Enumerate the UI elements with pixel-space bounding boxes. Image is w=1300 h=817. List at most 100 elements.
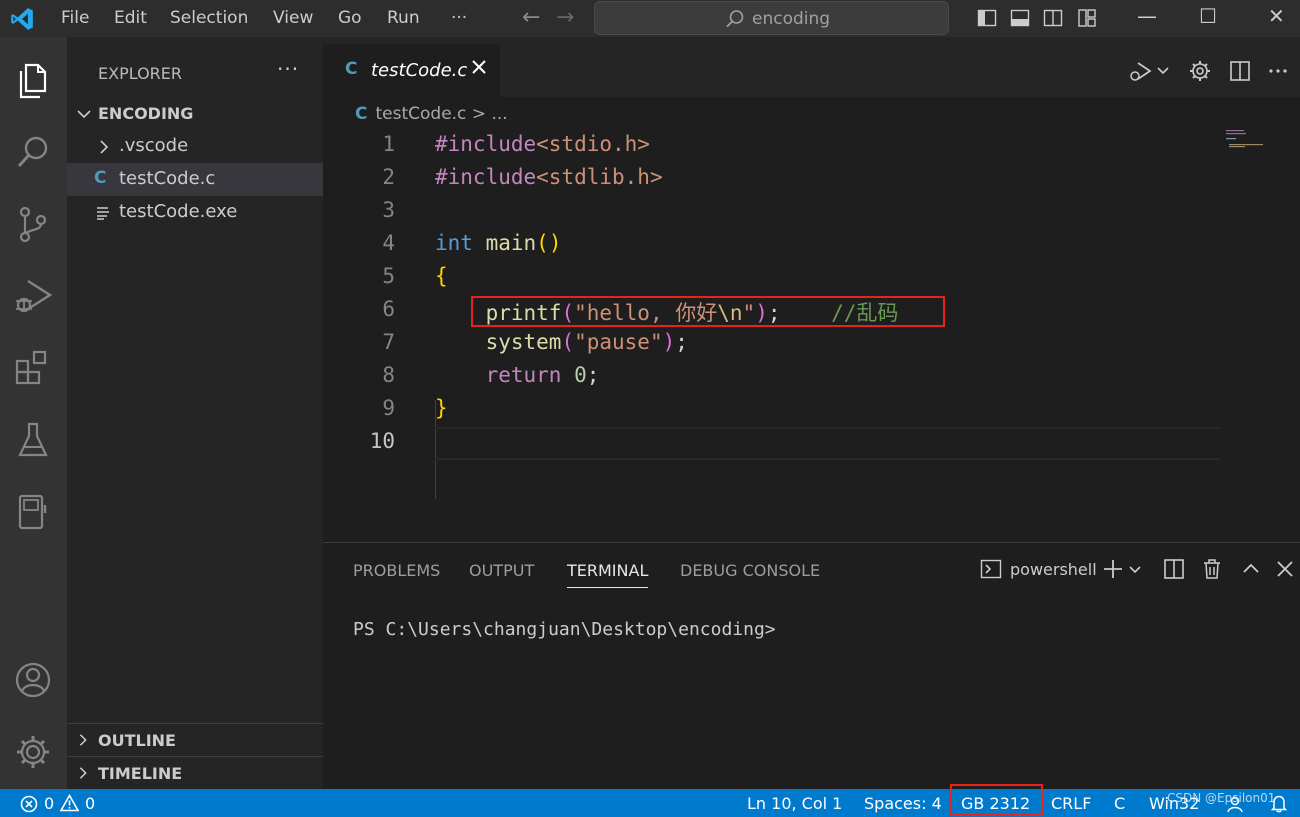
- close-window-button[interactable]: ✕: [1268, 4, 1285, 28]
- menu-run[interactable]: Run: [387, 8, 420, 28]
- tree-item-testcode-c[interactable]: C testCode.c: [67, 163, 323, 196]
- close-panel-icon[interactable]: [1274, 558, 1296, 580]
- warning-triangle-icon[interactable]: [60, 794, 79, 812]
- code-token: //乱码: [831, 301, 899, 325]
- root-folder-label: ENCODING: [98, 104, 194, 123]
- line-number: 10: [369, 429, 395, 453]
- explorer-sidebar: EXPLORER ··· ENCODING .vscode C testCode…: [67, 37, 323, 789]
- menu-more[interactable]: ···: [451, 8, 467, 28]
- split-terminal-icon[interactable]: [1163, 558, 1185, 580]
- warning-count[interactable]: 0: [85, 794, 95, 813]
- code-line[interactable]: 4 int main(): [323, 229, 1223, 262]
- indentation-setting[interactable]: Spaces: 4: [864, 794, 942, 813]
- terminal-powershell-icon[interactable]: [980, 558, 1002, 580]
- menu-edit[interactable]: Edit: [114, 8, 147, 28]
- code-token: #include: [435, 132, 537, 156]
- extensions-icon[interactable]: [12, 347, 54, 389]
- menu-go[interactable]: Go: [338, 8, 362, 28]
- command-center-search[interactable]: encoding: [594, 1, 949, 35]
- line-source: printf("hello, 你好\n"); //乱码: [435, 297, 899, 327]
- explorer-icon[interactable]: [12, 59, 54, 101]
- accounts-icon[interactable]: [12, 659, 54, 701]
- minimize-button[interactable]: —: [1137, 4, 1157, 28]
- folder-root-encoding[interactable]: ENCODING: [67, 97, 323, 130]
- close-tab-icon[interactable]: [470, 58, 488, 76]
- search-icon: [726, 10, 744, 28]
- line-number: 7: [382, 330, 395, 354]
- chevron-down-icon[interactable]: [1128, 558, 1142, 580]
- vscode-logo-icon[interactable]: [9, 6, 35, 32]
- new-terminal-plus-icon[interactable]: [1102, 558, 1124, 580]
- code-line[interactable]: 1 #include<stdio.h>: [323, 130, 1223, 163]
- tab-problems[interactable]: PROBLEMS: [353, 561, 440, 580]
- settings-gear-icon[interactable]: [1189, 60, 1211, 82]
- testing-flask-icon[interactable]: [12, 419, 54, 461]
- manage-gear-icon[interactable]: [12, 731, 54, 773]
- line-number: 1: [382, 132, 395, 156]
- search-sidebar-icon[interactable]: [12, 131, 54, 173]
- code-token: printf: [485, 301, 562, 325]
- code-token: (: [561, 330, 575, 354]
- file-lines-icon: [97, 207, 109, 220]
- code-line[interactable]: 10: [323, 427, 1223, 460]
- remote-explorer-icon[interactable]: [12, 491, 54, 533]
- outline-section[interactable]: OUTLINE: [67, 723, 323, 756]
- encoding-highlight-box: [950, 784, 1043, 816]
- source-control-icon[interactable]: [12, 203, 54, 245]
- customize-layout-icon[interactable]: [1077, 8, 1097, 28]
- breadcrumb[interactable]: CtestCode.c > ...: [355, 104, 508, 124]
- line-number: 2: [382, 165, 395, 189]
- run-and-debug-icon[interactable]: [12, 275, 54, 317]
- menu-selection[interactable]: Selection: [170, 8, 248, 28]
- menu-view[interactable]: View: [273, 8, 313, 28]
- more-actions-icon[interactable]: [1267, 60, 1289, 82]
- minimap[interactable]: [1226, 130, 1266, 150]
- tab-debug-console[interactable]: DEBUG CONSOLE: [680, 561, 820, 580]
- search-text: encoding: [752, 9, 831, 29]
- explorer-more-actions[interactable]: ···: [277, 57, 299, 81]
- tab-testcode-c[interactable]: C testCode.c: [323, 44, 500, 97]
- language-mode[interactable]: C: [1114, 794, 1125, 813]
- tab-terminal[interactable]: TERMINAL: [567, 561, 649, 588]
- cursor-position[interactable]: Ln 10, Col 1: [747, 794, 842, 813]
- code-token: (): [536, 231, 562, 255]
- run-debug-file-icon[interactable]: [1128, 60, 1154, 82]
- code-line[interactable]: 3: [323, 196, 1223, 229]
- line-number: 3: [382, 198, 395, 222]
- code-line[interactable]: 8 return 0;: [323, 361, 1223, 394]
- code-line[interactable]: 5{: [323, 262, 1223, 295]
- code-line[interactable]: 9}: [323, 394, 1223, 427]
- bottom-panel: PROBLEMS OUTPUT TERMINAL DEBUG CONSOLE p…: [323, 542, 1300, 789]
- error-circle-icon[interactable]: [20, 795, 38, 813]
- tab-output[interactable]: OUTPUT: [469, 561, 534, 580]
- maximize-panel-chevron-up-icon[interactable]: [1240, 558, 1262, 580]
- tree-item-label: testCode.exe: [119, 201, 238, 222]
- code-token: ): [662, 330, 676, 354]
- status-bar: 0 0 Ln 10, Col 1 Spaces: 4 GB 2312 CRLF …: [0, 784, 1300, 817]
- timeline-section[interactable]: TIMELINE: [67, 756, 323, 789]
- tree-item-vscode[interactable]: .vscode: [67, 130, 323, 163]
- trash-icon[interactable]: [1201, 558, 1223, 580]
- toggle-panel-icon[interactable]: [1010, 8, 1030, 28]
- split-editor-icon[interactable]: [1229, 60, 1251, 82]
- toggle-secondary-sidebar-icon[interactable]: [1043, 8, 1063, 28]
- code-line[interactable]: 6 printf("hello, 你好\n"); //乱码: [323, 295, 1223, 328]
- end-of-line[interactable]: CRLF: [1051, 794, 1091, 813]
- menu-file[interactable]: File: [61, 8, 89, 28]
- chevron-down-icon[interactable]: [1156, 60, 1170, 82]
- code-token: int: [435, 231, 473, 255]
- code-line[interactable]: 2 #include<stdlib.h>: [323, 163, 1223, 196]
- terminal-name[interactable]: powershell: [1010, 560, 1097, 579]
- chevron-right-icon: [100, 140, 109, 154]
- code-token: (: [561, 301, 575, 325]
- maximize-button[interactable]: ☐: [1199, 4, 1217, 28]
- terminal-prompt[interactable]: PS C:\Users\changjuan\Desktop\encoding>: [353, 619, 776, 640]
- error-count[interactable]: 0: [44, 794, 54, 813]
- code-line[interactable]: 7 system("pause");: [323, 328, 1223, 361]
- code-token: ": [742, 301, 756, 325]
- forward-arrow-icon[interactable]: →: [556, 5, 574, 30]
- back-arrow-icon[interactable]: ←: [522, 5, 540, 30]
- toggle-sidebar-icon[interactable]: [977, 8, 997, 28]
- tree-item-testcode-exe[interactable]: testCode.exe: [67, 196, 323, 229]
